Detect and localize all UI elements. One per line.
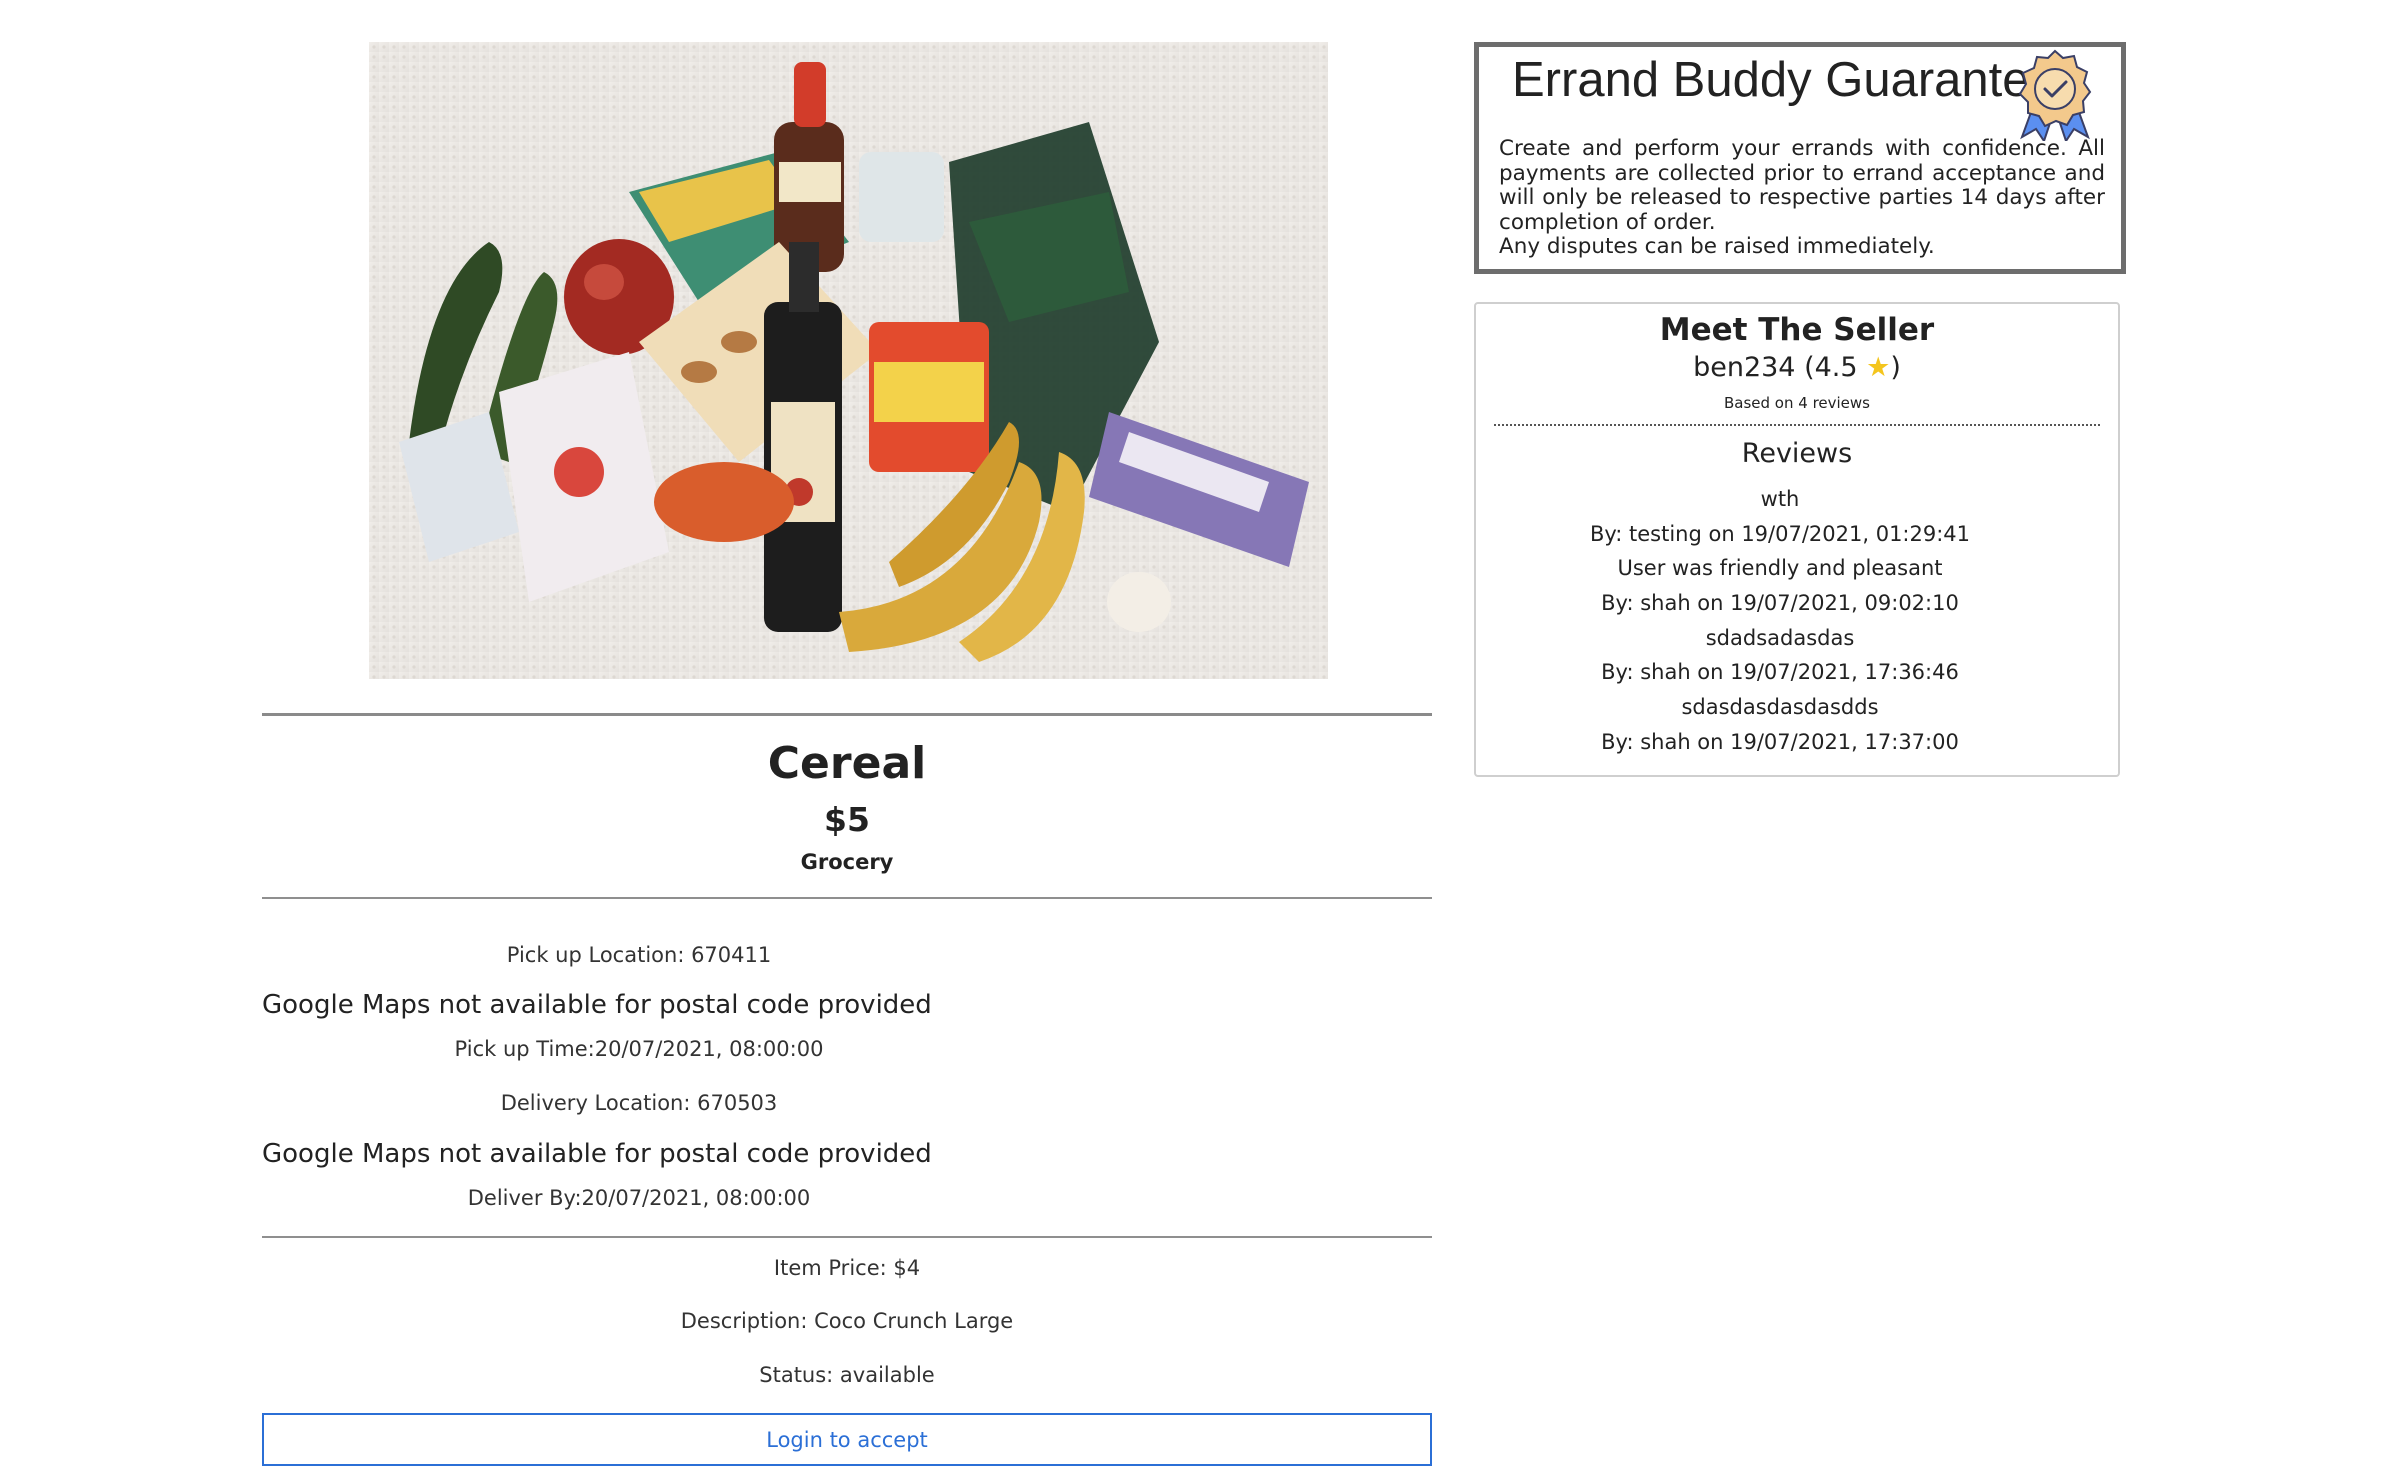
seller-name-rating: ben234 (4.5 ★)	[1693, 352, 1901, 383]
product-image	[369, 42, 1328, 679]
seller-username: ben234	[1693, 352, 1796, 383]
reviews-list: wth By: testing on 19/07/2021, 01:29:41 …	[1476, 482, 2084, 760]
divider	[262, 1236, 1432, 1238]
guarantee-card: Errand Buddy Guarantee Create and perfor…	[1474, 42, 2126, 274]
review-byline: By: shah on 19/07/2021, 17:37:00	[1601, 729, 1959, 754]
review-text: sdadsadasdas	[1705, 625, 1855, 650]
seller-card: Meet The Seller ben234 (4.5 ★) Based on …	[1474, 302, 2120, 777]
errand-price: $5	[824, 800, 870, 839]
seller-heading: Meet The Seller	[1659, 312, 1935, 348]
item-price: Item Price: $4	[773, 1256, 921, 1280]
delivery-map-unavailable: Google Maps not available for postal cod…	[262, 1139, 932, 1169]
review-text: User was friendly and pleasant	[1617, 556, 1943, 581]
seller-review-count: Based on 4 reviews	[1723, 394, 1870, 412]
reviews-heading: Reviews	[1741, 438, 1853, 469]
guarantee-title: Errand Buddy Guarantee	[1512, 53, 2057, 107]
dotted-divider	[1494, 424, 2100, 426]
star-icon: ★	[1866, 352, 1891, 383]
pickup-location: Pick up Location: 670411	[506, 943, 772, 967]
guarantee-text: Create and perform your errands with con…	[1499, 136, 2105, 260]
item-description: Description: Coco Crunch Large	[680, 1309, 1014, 1333]
pickup-time: Pick up Time:20/07/2021, 08:00:00	[454, 1037, 824, 1061]
errand-category: Grocery	[800, 850, 894, 874]
guarantee-body: Create and perform your errands with con…	[1499, 136, 2105, 235]
review-byline: By: shah on 19/07/2021, 17:36:46	[1601, 660, 1959, 685]
award-medal-icon	[2018, 49, 2092, 141]
deliver-by: Deliver By:20/07/2021, 08:00:00	[467, 1186, 811, 1210]
errand-status: Status: available	[759, 1363, 935, 1387]
guarantee-disputes: Any disputes can be raised immediately.	[1499, 234, 1935, 259]
review-text: sdasdasdasdasdds	[1681, 695, 1879, 720]
errand-title: Cereal	[767, 738, 927, 789]
divider	[262, 897, 1432, 899]
groceries-photo	[369, 42, 1328, 679]
login-to-accept-button[interactable]: Login to accept	[262, 1413, 1432, 1466]
pickup-map-unavailable: Google Maps not available for postal cod…	[262, 990, 932, 1020]
review-text: wth	[1760, 487, 1800, 511]
review-byline: By: testing on 19/07/2021, 01:29:41	[1589, 521, 1971, 546]
seller-rating: 4.5	[1814, 352, 1858, 383]
delivery-location: Delivery Location: 670503	[500, 1091, 778, 1115]
review-byline: By: shah on 19/07/2021, 09:02:10	[1601, 591, 1959, 616]
divider	[262, 713, 1432, 716]
